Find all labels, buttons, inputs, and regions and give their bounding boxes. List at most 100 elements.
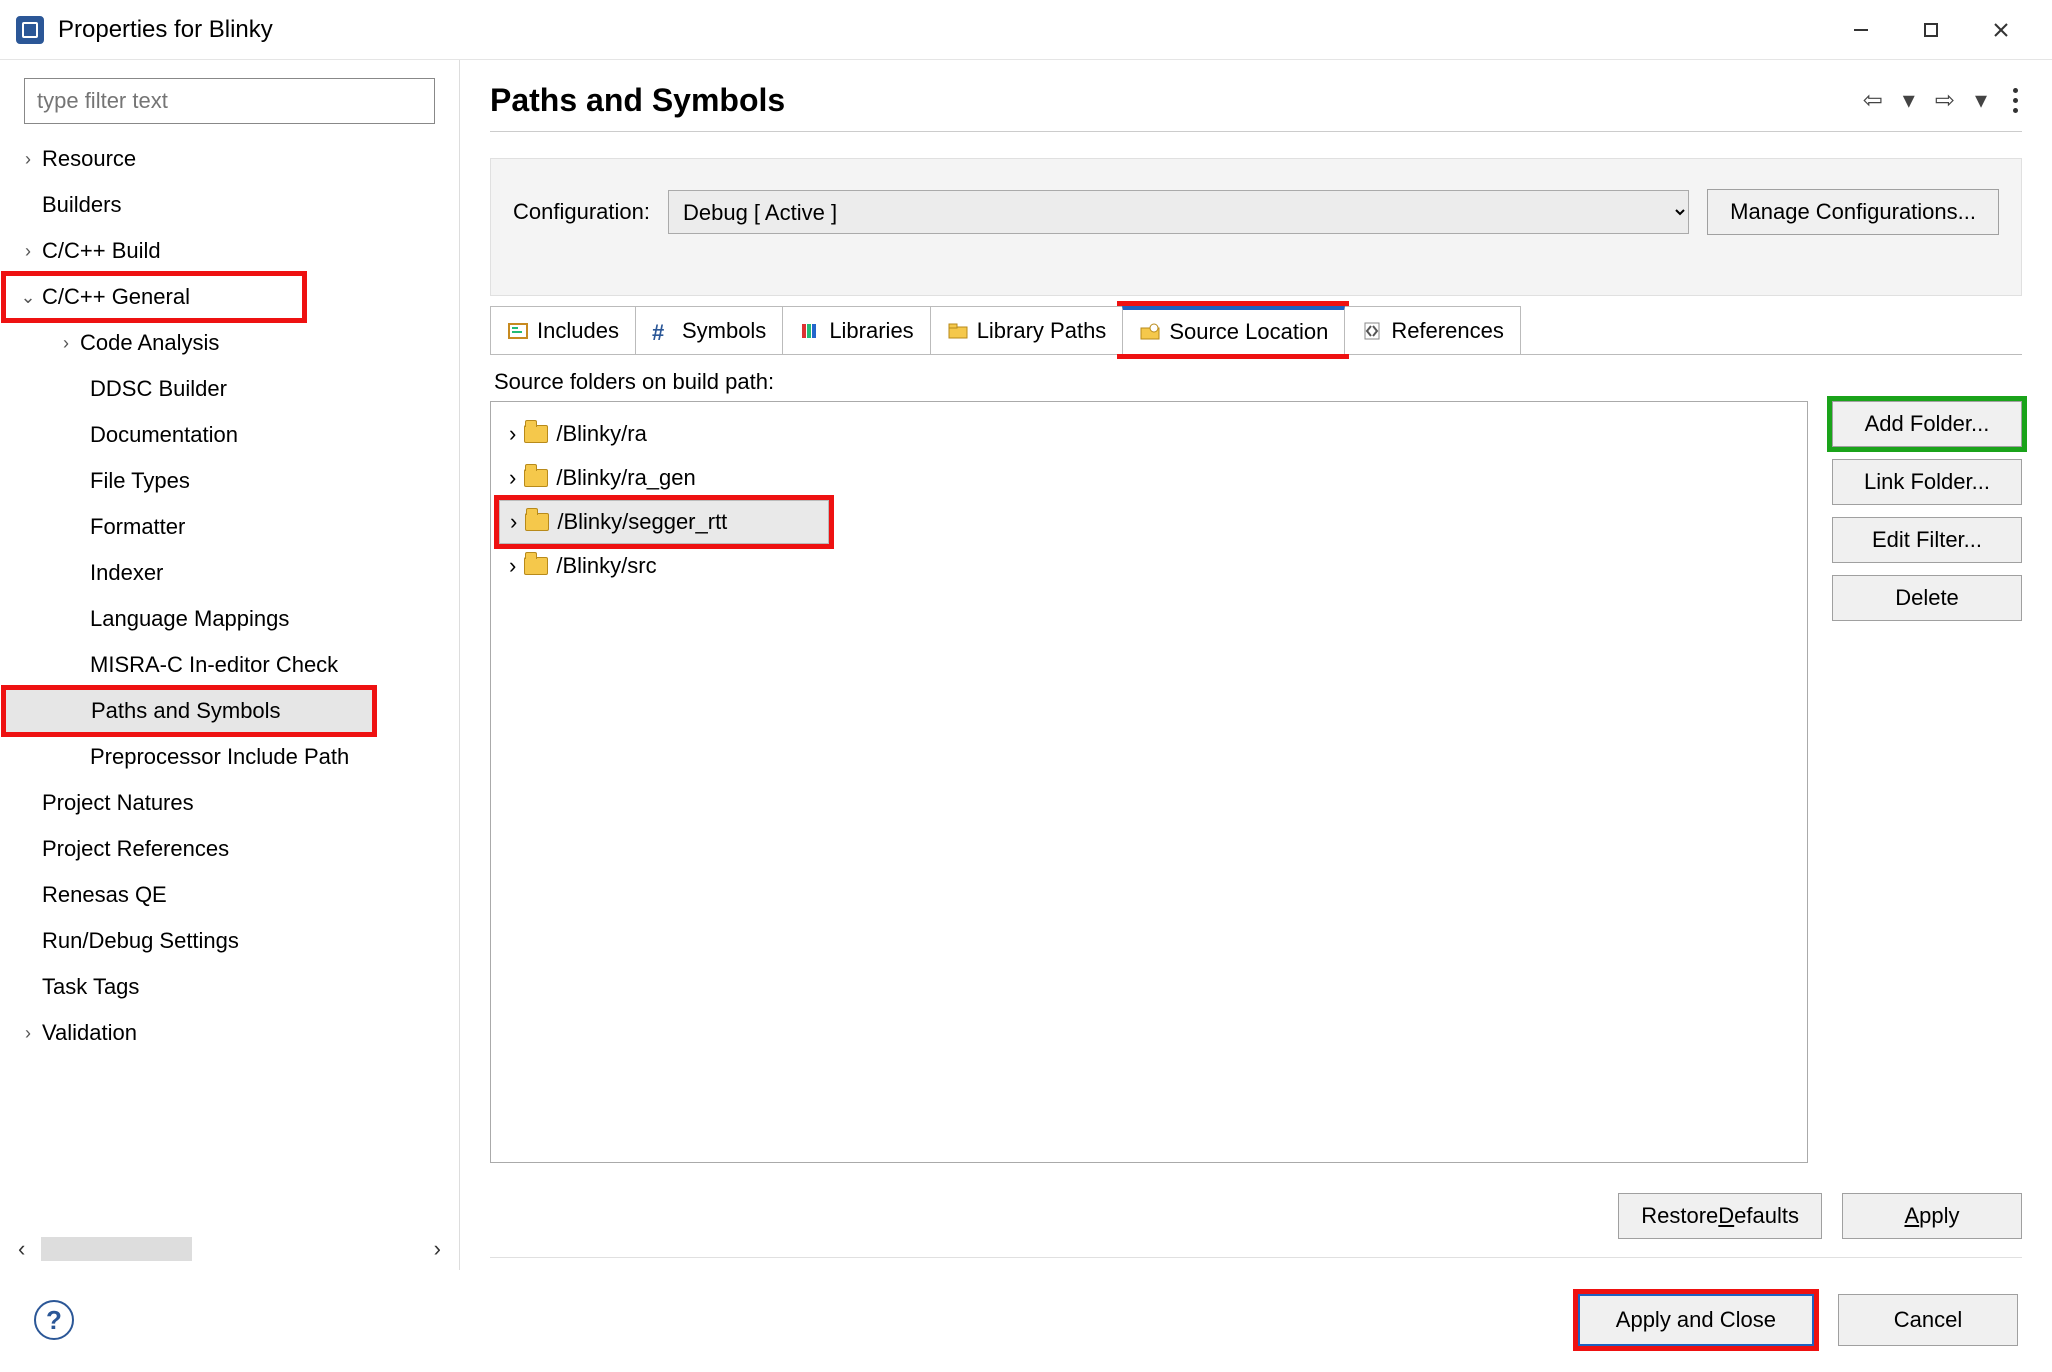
tree-label: Documentation (90, 422, 238, 448)
tree-item-run-debug[interactable]: ›Run/Debug Settings (4, 918, 457, 964)
minimize-button[interactable] (1826, 10, 1896, 50)
tree-item-preprocessor-include[interactable]: Preprocessor Include Path (4, 734, 457, 780)
nav-forward-icon[interactable]: ⇨ (1931, 82, 1959, 119)
link-folder-button[interactable]: Link Folder... (1832, 459, 2022, 505)
source-folders-label: Source folders on build path: (494, 369, 2022, 395)
tree-item-ddsc[interactable]: DDSC Builder (4, 366, 457, 412)
tree-item-formatter[interactable]: Formatter (4, 504, 457, 550)
tree-item-validation[interactable]: ›Validation (4, 1010, 457, 1056)
tree-label: C/C++ Build (42, 238, 161, 264)
source-folder-item[interactable]: › /Blinky/ra_gen (499, 456, 1799, 500)
tree-item-project-natures[interactable]: ›Project Natures (4, 780, 457, 826)
tree-item-task-tags[interactable]: ›Task Tags (4, 964, 457, 1010)
tab-label: Source Location (1169, 319, 1328, 345)
title-bar: Properties for Blinky (0, 0, 2052, 60)
tree-label: File Types (90, 468, 190, 494)
tab-symbols[interactable]: # Symbols (635, 306, 783, 354)
nav-back-menu-icon[interactable]: ▾ (1899, 82, 1919, 119)
window-title: Properties for Blinky (58, 16, 1826, 44)
scroll-right-icon[interactable]: › (434, 1236, 441, 1262)
chevron-right-icon[interactable]: › (510, 509, 517, 535)
nav-back-icon[interactable]: ⇦ (1859, 82, 1887, 119)
tree-label: Preprocessor Include Path (90, 744, 349, 770)
source-folder-path: /Blinky/ra (556, 421, 646, 447)
hash-icon: # (652, 320, 674, 342)
tree-item-builders[interactable]: ›Builders (4, 182, 457, 228)
tree-item-paths-and-symbols[interactable]: Paths and Symbols (4, 688, 374, 734)
tab-references[interactable]: References (1344, 306, 1521, 354)
chevron-right-icon[interactable]: › (509, 553, 516, 579)
sidebar: ›Resource ›Builders ›C/C++ Build ⌄C/C++ … (0, 60, 460, 1270)
folder-icon (524, 469, 548, 487)
tree-item-c-general[interactable]: ⌄C/C++ General (4, 274, 304, 320)
books-icon (799, 320, 821, 342)
tree-label: Builders (42, 192, 121, 218)
add-folder-button[interactable]: Add Folder... (1832, 401, 2022, 447)
properties-tree: ›Resource ›Builders ›C/C++ Build ⌄C/C++ … (0, 134, 459, 1232)
nav-forward-menu-icon[interactable]: ▾ (1971, 82, 1991, 119)
configuration-select[interactable]: Debug [ Active ] (668, 190, 1689, 234)
source-folder-path: /Blinky/src (556, 553, 656, 579)
folder-path-icon (947, 320, 969, 342)
tree-item-resource[interactable]: ›Resource (4, 136, 457, 182)
tree-label: Language Mappings (90, 606, 289, 632)
manage-configurations-button[interactable]: Manage Configurations... (1707, 189, 1999, 235)
tree-label: Run/Debug Settings (42, 928, 239, 954)
tree-item-indexer[interactable]: Indexer (4, 550, 457, 596)
tree-item-code-analysis[interactable]: ›Code Analysis (4, 320, 457, 366)
tree-scrollbar[interactable]: ‹ › (0, 1232, 459, 1270)
folder-icon (524, 425, 548, 443)
tab-libraries[interactable]: Libraries (782, 306, 930, 354)
chevron-right-icon[interactable]: › (509, 465, 516, 491)
tab-source-location[interactable]: Source Location (1122, 306, 1345, 354)
tree-label: Resource (42, 146, 136, 172)
bottom-buttons-1: Restore Defaults Apply (490, 1193, 2022, 1258)
apply-button[interactable]: Apply (1842, 1193, 2022, 1239)
tree-label: Validation (42, 1020, 137, 1046)
tab-label: Libraries (829, 318, 913, 344)
tree-label: Code Analysis (80, 330, 219, 356)
tree-item-renesas-qe[interactable]: ›Renesas QE (4, 872, 457, 918)
tree-item-project-references[interactable]: ›Project References (4, 826, 457, 872)
scroll-left-icon[interactable]: ‹ (18, 1236, 25, 1262)
tree-item-language-mappings[interactable]: Language Mappings (4, 596, 457, 642)
tree-item-documentation[interactable]: Documentation (4, 412, 457, 458)
refs-icon (1361, 320, 1383, 342)
apply-and-close-button[interactable]: Apply and Close (1578, 1294, 1814, 1346)
cancel-button[interactable]: Cancel (1838, 1294, 2018, 1346)
source-folder-list[interactable]: › /Blinky/ra › /Blinky/ra_gen › /Blinky/… (490, 401, 1808, 1163)
tab-library-paths[interactable]: Library Paths (930, 306, 1124, 354)
tree-label: MISRA-C In-editor Check (90, 652, 338, 678)
tree-label: Paths and Symbols (91, 698, 281, 724)
tree-label: Formatter (90, 514, 185, 540)
source-folder-path: /Blinky/segger_rtt (557, 509, 727, 535)
includes-icon (507, 320, 529, 342)
configuration-row: Configuration: Debug [ Active ] Manage C… (490, 158, 2022, 296)
source-folder-item[interactable]: › /Blinky/segger_rtt (499, 500, 829, 544)
source-folder-icon (1139, 321, 1161, 343)
tab-includes[interactable]: Includes (490, 306, 636, 354)
tab-label: Includes (537, 318, 619, 344)
tab-label: Library Paths (977, 318, 1107, 344)
edit-filter-button[interactable]: Edit Filter... (1832, 517, 2022, 563)
tree-label: Indexer (90, 560, 163, 586)
tabs: Includes # Symbols Libraries Library Pat… (490, 306, 2022, 355)
source-folder-item[interactable]: › /Blinky/ra (499, 412, 1799, 456)
close-button[interactable] (1966, 10, 2036, 50)
help-icon[interactable]: ? (34, 1300, 74, 1340)
chevron-right-icon[interactable]: › (509, 421, 516, 447)
restore-defaults-button[interactable]: Restore Defaults (1618, 1193, 1822, 1239)
folder-icon (525, 513, 549, 531)
maximize-button[interactable] (1896, 10, 1966, 50)
source-folder-item[interactable]: › /Blinky/src (499, 544, 1799, 588)
header-nav: ⇦ ▾ ⇨ ▾ (1859, 82, 2022, 119)
tree-item-misra[interactable]: MISRA-C In-editor Check (4, 642, 457, 688)
tree-label: Project References (42, 836, 229, 862)
tree-item-file-types[interactable]: File Types (4, 458, 457, 504)
delete-button[interactable]: Delete (1832, 575, 2022, 621)
kebab-menu-icon[interactable] (2009, 84, 2022, 117)
source-folder-path: /Blinky/ra_gen (556, 465, 695, 491)
filter-input[interactable] (24, 78, 435, 124)
folder-icon (524, 557, 548, 575)
tree-item-c-build[interactable]: ›C/C++ Build (4, 228, 457, 274)
